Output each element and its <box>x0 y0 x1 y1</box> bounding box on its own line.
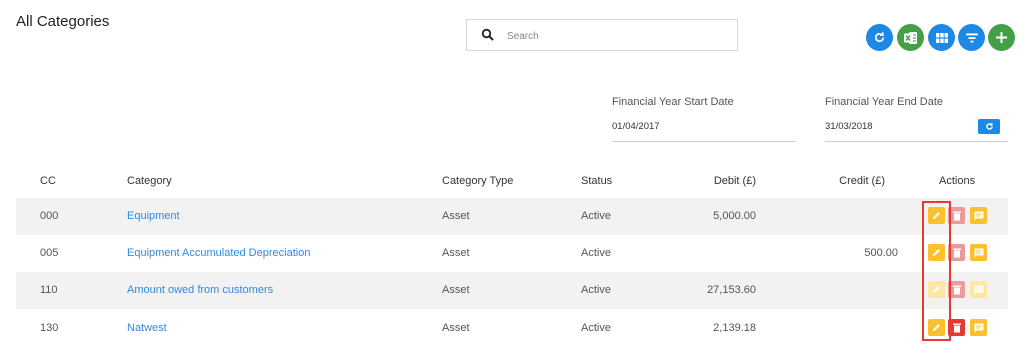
cell-cc: 005 <box>40 247 59 259</box>
comment-button[interactable] <box>970 207 987 224</box>
column-header-cc[interactable]: CC <box>40 175 56 187</box>
table-row: 005 Equipment Accumulated Depreciation A… <box>16 235 1008 272</box>
category-link[interactable]: Equipment <box>127 198 180 235</box>
plus-icon <box>996 32 1007 43</box>
comment-button[interactable] <box>970 281 987 298</box>
table-row: 000 Equipment Asset Active 5,000.00 <box>16 198 1008 235</box>
cell-status: Active <box>581 247 611 259</box>
cell-debit: 5,000.00 <box>713 210 756 222</box>
comment-button[interactable] <box>970 244 987 261</box>
grid-view-button[interactable] <box>928 24 955 51</box>
cell-credit: 500.00 <box>864 247 898 259</box>
cell-credit <box>798 310 898 347</box>
comment-button[interactable] <box>970 319 987 336</box>
cell-category-type: Asset <box>442 284 470 296</box>
cell-credit <box>798 272 898 309</box>
cell-cc: 110 <box>40 284 58 296</box>
filter-button[interactable] <box>958 24 985 51</box>
comment-icon <box>974 323 983 332</box>
add-button[interactable] <box>988 24 1015 51</box>
fy-start-underline <box>612 141 796 142</box>
table-row: 130 Natwest Asset Active 2,139.18 <box>16 310 1008 347</box>
refresh-icon <box>875 32 885 43</box>
page-title: All Categories <box>16 13 110 30</box>
refresh-button[interactable] <box>866 24 893 51</box>
cell-debit <box>656 235 756 272</box>
fy-end-value[interactable]: 31/03/2018 <box>825 121 873 132</box>
cell-status: Active <box>581 284 611 296</box>
excel-export-button[interactable] <box>897 24 924 51</box>
cell-status: Active <box>581 322 611 334</box>
column-header-category-type[interactable]: Category Type <box>442 175 513 187</box>
comment-icon <box>974 248 983 257</box>
cell-debit: 2,139.18 <box>713 322 756 334</box>
cell-status: Active <box>581 210 611 222</box>
fy-end-label: Financial Year End Date <box>825 96 944 108</box>
fy-start-label: Financial Year Start Date <box>612 96 734 108</box>
cell-cc: 000 <box>40 210 59 222</box>
comment-icon <box>974 285 983 294</box>
column-header-debit[interactable]: Debit (£) <box>656 175 756 187</box>
table-row: 110 Amount owed from customers Asset Act… <box>16 272 1008 309</box>
fy-refresh-button[interactable] <box>978 119 1000 134</box>
trash-icon <box>952 248 961 257</box>
column-header-category[interactable]: Category <box>127 175 172 187</box>
cell-credit <box>798 198 898 235</box>
excel-icon <box>904 31 917 44</box>
search-box[interactable] <box>466 19 738 51</box>
fy-end-underline <box>825 141 1008 142</box>
edit-column-highlight <box>922 201 951 341</box>
cell-debit: 27,153.60 <box>707 284 756 296</box>
trash-icon <box>952 285 961 294</box>
trash-icon <box>952 323 961 332</box>
cell-category-type: Asset <box>442 247 470 259</box>
fy-start-value[interactable]: 01/04/2017 <box>612 121 660 132</box>
cell-category-type: Asset <box>442 210 470 222</box>
search-input[interactable] <box>505 26 729 46</box>
search-icon <box>481 28 494 41</box>
comment-icon <box>974 211 983 220</box>
column-header-credit[interactable]: Credit (£) <box>785 175 885 187</box>
cell-category-type: Asset <box>442 322 470 334</box>
category-link[interactable]: Natwest <box>127 310 167 347</box>
cell-cc: 130 <box>40 322 59 334</box>
category-link[interactable]: Equipment Accumulated Depreciation <box>127 235 310 272</box>
refresh-icon <box>985 122 993 130</box>
filter-icon <box>965 33 978 42</box>
category-link[interactable]: Amount owed from customers <box>127 272 273 309</box>
grid-icon <box>935 32 948 43</box>
trash-icon <box>952 211 961 220</box>
column-header-status[interactable]: Status <box>581 175 612 187</box>
column-header-actions: Actions <box>939 175 976 187</box>
